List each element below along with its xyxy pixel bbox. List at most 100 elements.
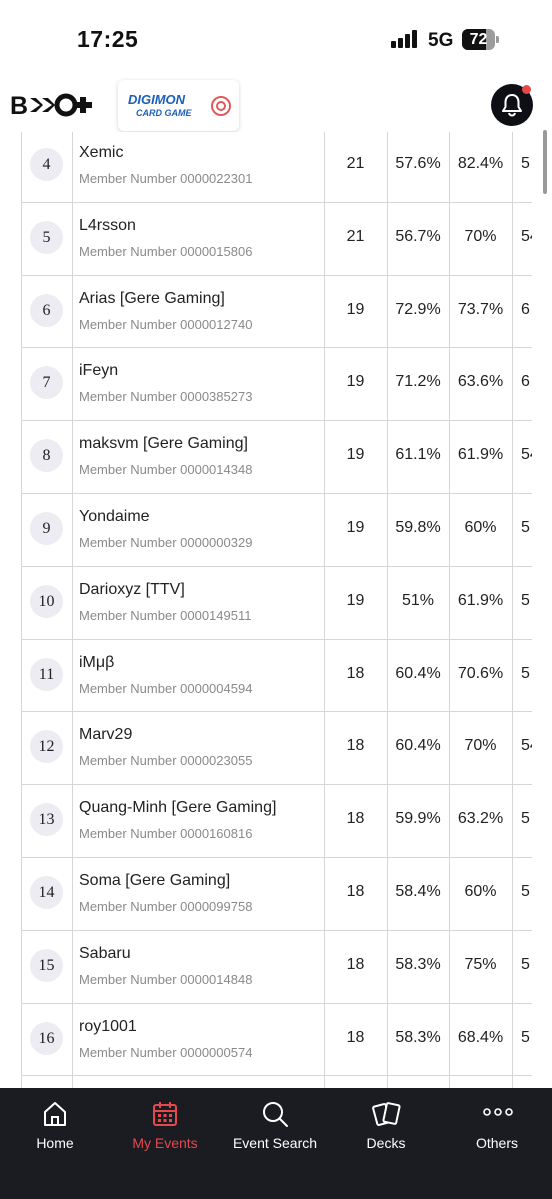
omw-cell: 60.4% [395, 664, 441, 682]
nav-event-search[interactable]: Event Search [220, 1088, 330, 1168]
home-icon [44, 1102, 66, 1126]
calendar-icon [153, 1102, 177, 1126]
omw-cell: 60.4% [395, 737, 441, 755]
points-cell: 19 [346, 591, 365, 609]
standings-row[interactable]: 9 Yondaime Member Number 0000000329 19 59.8%… [0, 493, 532, 566]
gw-cell: 63.6% [457, 373, 504, 391]
player-name: Soma [Gere Gaming] [79, 872, 231, 889]
player-name: Yondaime [79, 508, 150, 525]
rank-badge: 7 [30, 366, 63, 400]
member-number: Member Number 0000023055 [79, 753, 253, 769]
player-name: Arias [Gere Gaming] [79, 289, 225, 307]
game-logo-line1: DIGIMON [128, 92, 186, 107]
member-number: Member Number 0000160816 [79, 826, 253, 842]
nav-my-events[interactable]: My Events [110, 1088, 220, 1168]
game-logo-line2: CARD GAME [136, 108, 192, 118]
standings-table: 4 Xemic Member Number 0000022301 21 57.6% 82.… [0, 132, 532, 1088]
bottom-nav: Home My Events Event Search Decks Others [0, 1088, 552, 1199]
nav-decks[interactable]: Decks [331, 1088, 441, 1168]
more-dots-icon [483, 1108, 513, 1116]
points-cell: 18 [346, 1028, 365, 1046]
rank-badge: 4 [30, 148, 63, 181]
player-name: maksvm [Gere Gaming] [79, 435, 248, 453]
rank-badge: 16 [30, 1021, 63, 1055]
gw-cell: 75% [464, 955, 497, 973]
standings-row[interactable]: 15 Sabaru Member Number 0000014848 18 58.3% 7… [0, 929, 532, 1003]
oow-cell: 5 [521, 591, 530, 609]
oow-cell: 54 [521, 446, 532, 464]
omw-cell: 51% [401, 591, 435, 609]
omw-cell: 61.1% [395, 446, 441, 464]
standings-row[interactable]: 4 Xemic Member Number 0000022301 21 57.6% 82.… [0, 132, 532, 202]
standings-row[interactable]: 14 Soma [Gere Gaming] Member Number 000009… [0, 857, 532, 930]
gw-cell: 70% [464, 227, 497, 245]
omw-cell: 56.7% [395, 227, 441, 245]
bcg-plus-logo[interactable]: B [10, 91, 100, 120]
search-icon [263, 1102, 288, 1127]
nav-home-label: Home [36, 1135, 74, 1151]
player-name: Xemic [79, 144, 124, 161]
standings-row[interactable]: 5 L4rsson Member Number 0000015806 21 56.7% 7… [0, 201, 532, 275]
gw-cell: 70% [464, 737, 497, 755]
omw-cell: 59.9% [395, 810, 441, 828]
oow-cell: 5 [521, 1028, 530, 1046]
points-cell: 18 [346, 883, 365, 900]
member-number: Member Number 0000004594 [79, 680, 253, 696]
nav-my-events-label: My Events [132, 1135, 198, 1151]
gw-cell: 68.4% [457, 1028, 504, 1046]
standings-row[interactable]: 10 Darioxyz [TTV] Member Number 0000149511… [0, 565, 532, 639]
gw-cell: 82.4% [457, 155, 504, 172]
standings-row[interactable]: 11 iMμβ Member Number 0000004594 18 60.4% 70.… [0, 638, 532, 712]
oow-cell: 5 [521, 955, 530, 973]
points-cell: 19 [346, 300, 365, 318]
member-number: Member Number 0000000329 [79, 535, 253, 550]
oow-cell: 5 [521, 810, 530, 828]
points-cell: 18 [346, 955, 365, 973]
player-name: roy1001 [79, 1017, 137, 1035]
standings-row[interactable]: 7 iFeyn Member Number 0000385273 19 71.2% 63.… [0, 347, 532, 421]
svg-text:B: B [10, 92, 28, 119]
member-number: Member Number 0000022301 [79, 171, 253, 186]
digimon-card-game-logo[interactable]: DIGIMON CARD GAME [118, 80, 239, 131]
nav-others[interactable]: Others [442, 1088, 552, 1168]
bell-icon [502, 94, 522, 117]
omw-cell: 71.2% [395, 373, 441, 391]
oow-cell: 6 [521, 300, 530, 318]
member-number: Member Number 0000149511 [79, 607, 252, 623]
gw-cell: 60% [464, 883, 497, 900]
gw-cell: 61.9% [457, 446, 504, 464]
nav-decks-label: Decks [366, 1135, 406, 1151]
standings-row[interactable]: 13 Quang-Minh [Gere Gaming] Member Number … [0, 784, 532, 857]
points-cell: 19 [346, 373, 365, 391]
battery-percent: 72 [469, 31, 488, 48]
notification-badge [522, 85, 531, 94]
omw-cell: 58.4% [395, 883, 441, 900]
member-number: Member Number 0000385273 [79, 389, 253, 405]
points-cell: 18 [346, 810, 365, 828]
oow-cell: 5 [521, 664, 530, 682]
standings-row[interactable]: 8 maksvm [Gere Gaming] Member Number 00000… [0, 420, 532, 493]
rank-badge: 6 [30, 293, 63, 327]
rank-badge: 14 [30, 876, 63, 909]
status-time: 17:25 [77, 26, 139, 52]
gw-cell: 70.6% [457, 664, 504, 682]
rank-badge: 12 [30, 730, 63, 764]
rank-badge: 5 [30, 220, 63, 254]
member-number: Member Number 0000000574 [79, 1044, 253, 1060]
player-name: Darioxyz [TTV] [79, 580, 185, 598]
player-name: iFeyn [79, 362, 119, 380]
rank-badge: 8 [30, 439, 63, 473]
rank-badge: 10 [30, 584, 63, 618]
points-cell: 19 [346, 446, 365, 464]
standings-row[interactable]: 6 Arias [Gere Gaming] Member Number 000001… [0, 274, 532, 348]
gw-cell: 60% [464, 519, 497, 536]
points-cell: 18 [346, 737, 365, 755]
scrollbar[interactable] [543, 130, 547, 194]
standings-row[interactable]: 12 Marv29 Member Number 0000023055 18 60.4% 7… [0, 711, 532, 785]
member-number: Member Number 0000012740 [79, 316, 253, 332]
nav-others-label: Others [475, 1135, 518, 1151]
standings-row[interactable]: 16 roy1001 Member Number 0000000574 18 58.3%… [0, 1002, 532, 1076]
omw-cell: 58.3% [395, 955, 441, 973]
nav-home[interactable]: Home [0, 1088, 110, 1168]
omw-cell: 57.6% [395, 155, 441, 172]
